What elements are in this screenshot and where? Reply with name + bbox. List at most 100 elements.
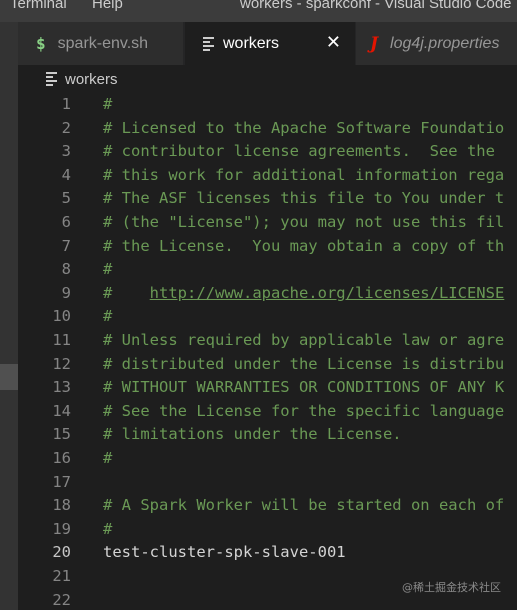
line-text: # limitations under the License. [103,423,402,447]
line-number: 15 [52,425,71,444]
tab-spark-env[interactable]: $ spark-env.sh [18,22,184,65]
line-content: # WITHOUT WARRANTIES OR CONDITIONS OF AN… [103,378,505,397]
code-line[interactable]: 12 # distributed under the License is dis… [18,353,517,377]
activity-bar [0,22,18,610]
tab-label: spark-env.sh [57,34,149,52]
line-number: 3 [61,142,71,161]
code-line[interactable]: 17 [18,471,517,495]
line-text: # this work for additional information r… [103,164,504,188]
watermark: @稀土掘金技术社区 [402,581,501,594]
code-line[interactable]: 8 # [18,258,517,282]
line-text: # http://www.apache.org/licenses/LICENSE [103,282,504,306]
close-icon[interactable]: ✕ [326,32,341,53]
line-number: 21 [52,567,71,585]
line-content: # [103,95,113,113]
line-text: # [103,447,112,471]
line-content: test-cluster-spk-slave-001 [103,543,346,562]
code-line[interactable]: 10 # [18,305,517,329]
license-link[interactable]: http://www.apache.org/licenses/LICENSE [150,284,505,302]
line-content: # [103,519,113,538]
line-content: # Licensed to the Apache Software Founda… [103,118,505,137]
code-line[interactable]: 1 # [18,93,517,117]
code-line[interactable]: 7 # the License. You may obtain a copy of… [18,235,517,259]
j-icon: J [370,33,379,54]
line-content: # contributor license agreements. See th… [103,142,505,161]
code-line[interactable]: 9 # http://www.apache.org/licenses/LICENS… [18,282,517,306]
tab-log4j[interactable]: J log4j.properties [356,22,517,65]
code-line[interactable]: 2 # Licensed to the Apache Software Found… [18,117,517,141]
menu-help[interactable]: Help [92,0,123,12]
code-line[interactable]: 5 # The ASF licenses this file to You und… [18,187,517,211]
line-content: # distributed under the License is distr… [103,354,505,373]
line-text: # [103,518,112,542]
code-line[interactable]: 11 # Unless required by applicable law or… [18,329,517,353]
line-number: 5 [61,189,71,208]
code-line[interactable]: 19 # [18,518,517,542]
line-content: # The ASF licenses this file to You unde… [103,189,505,208]
line-number: 1 [61,95,71,113]
code-line[interactable]: 16 # [18,447,517,471]
line-number: 18 [52,496,71,515]
line-text: # distributed under the License is distr… [103,353,504,377]
line-text: # [103,93,112,117]
line-number: 20 [52,543,71,562]
line-content: # A Spark Worker will be started on each… [103,496,505,515]
tab-label: workers [223,34,280,52]
breadcrumb-item[interactable]: workers [65,71,118,88]
line-content: # See the License for the specific langu… [103,401,505,420]
line-content: # (the "License"); you may not use this … [103,213,505,231]
code-line[interactable]: 14 # See the License for the specific lan… [18,400,517,424]
code-line[interactable]: 6 # (the "License"); you may not use this… [18,211,517,235]
code-line[interactable]: 4 # this work for additional information … [18,164,517,188]
line-number: 9 [61,283,71,302]
line-text: # [103,258,112,282]
line-content: # [103,283,150,302]
line-content: # [103,449,113,467]
window-title: workers - sparkconf - Visual Studio Code [240,0,512,12]
breadcrumb: workers [18,65,517,93]
line-text: # the License. You may obtain a copy of … [103,235,504,259]
line-text: # The ASF licenses this file to You unde… [103,187,504,211]
line-content: # [103,307,113,326]
line-text: test-cluster-spk-slave-001 [103,541,346,565]
line-number: 6 [61,213,71,231]
code-editor[interactable]: 1 #2 # Licensed to the Apache Software Fou… [18,93,517,610]
line-text: # See the License for the specific langu… [103,400,504,424]
line-number: 2 [61,118,71,137]
line-text: # WITHOUT WARRANTIES OR CONDITIONS OF AN… [103,376,504,400]
line-number: 14 [52,401,71,420]
line-number: 4 [61,165,71,184]
line-number: 22 [52,590,71,609]
dollar-icon: $ [36,34,46,53]
lines-icon [46,70,57,88]
line-number: 11 [52,331,71,349]
line-text: # [103,305,112,329]
line-number: 7 [61,236,71,255]
code-line[interactable]: 18 # A Spark Worker will be started on ea… [18,494,517,518]
code-line[interactable]: 3 # contributor license agreements. See t… [18,140,517,164]
line-text: # A Spark Worker will be started on each… [103,494,504,518]
code-line[interactable]: 20 test-cluster-spk-slave-001 [18,541,517,565]
line-content: # [103,260,113,279]
code-line[interactable]: 13 # WITHOUT WARRANTIES OR CONDITIONS OF … [18,376,517,400]
line-text: # (the "License"); you may not use this … [103,211,504,235]
menu-bar: Terminal Help workers - sparkconf - Visu… [0,0,517,22]
lines-icon [203,35,214,53]
line-number: 16 [52,449,71,467]
line-text: # contributor license agreements. See th… [103,140,504,164]
activity-indicator[interactable] [0,364,18,390]
tab-bar: $ spark-env.sh workers ✕ J log4j.propert… [18,22,517,65]
line-content: # Unless required by applicable law or a… [103,331,505,349]
line-number: 17 [52,472,71,491]
line-content: # limitations under the License. [103,425,402,444]
line-number: 8 [61,260,71,279]
line-number: 19 [52,519,71,538]
line-number: 12 [52,354,71,373]
code-line[interactable]: 15 # limitations under the License. [18,423,517,447]
tab-workers[interactable]: workers ✕ [185,22,355,65]
line-number: 10 [52,307,71,326]
line-number: 13 [52,378,71,397]
line-content: # this work for additional information r… [103,165,505,184]
tab-label: log4j.properties [390,34,500,52]
menu-terminal[interactable]: Terminal [10,0,67,12]
